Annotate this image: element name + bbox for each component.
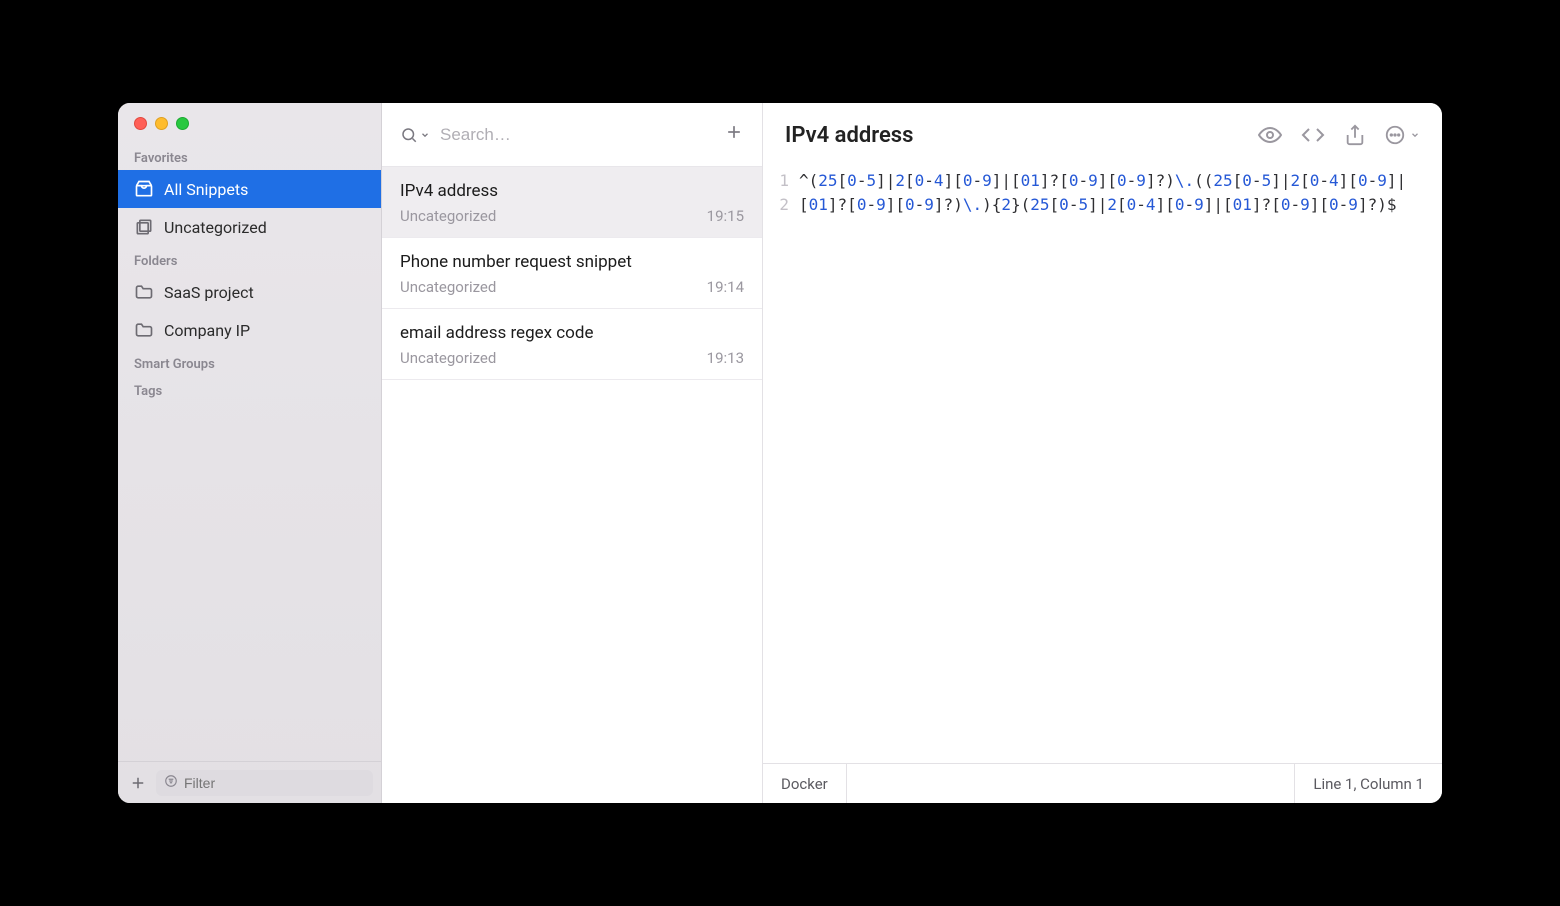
list-header <box>382 103 762 167</box>
folders-section-label: Folders <box>118 246 381 273</box>
sidebar-item-label: Uncategorized <box>164 218 267 237</box>
status-bar: Docker Line 1, Column 1 <box>763 763 1442 803</box>
code-editor[interactable]: 12 ^(25[0-5]|2[0-4][0-9]|[01]?[0-9][0-9]… <box>763 167 1442 763</box>
app-window: Favorites All Snippets Uncategorized Fold… <box>118 103 1442 803</box>
code-view-button[interactable] <box>1300 123 1326 147</box>
search-input[interactable] <box>440 125 714 145</box>
line-gutter: 12 <box>763 169 799 763</box>
stack-icon <box>134 217 154 237</box>
share-button[interactable] <box>1344 124 1366 146</box>
zoom-window-button[interactable] <box>176 117 189 130</box>
add-button[interactable] <box>126 769 150 797</box>
folder-icon <box>134 282 154 302</box>
more-menu-button[interactable] <box>1384 124 1420 146</box>
list-item[interactable]: IPv4 address Uncategorized 19:15 <box>382 167 762 238</box>
preview-button[interactable] <box>1258 123 1282 147</box>
syntax-mode-button[interactable]: Docker <box>763 764 847 803</box>
sidebar-item-label: SaaS project <box>164 283 254 302</box>
list-item-title: email address regex code <box>400 323 744 343</box>
detail-column: IPv4 address 12 ^(25[0-5]|2[0-4][0-9]|[0… <box>763 103 1442 803</box>
code-content[interactable]: ^(25[0-5]|2[0-4][0-9]|[01]?[0-9][0-9]?)\… <box>799 169 1442 763</box>
sidebar-footer <box>118 761 381 803</box>
smart-groups-section-label: Smart Groups <box>118 349 381 376</box>
sidebar-item-label: All Snippets <box>164 180 248 199</box>
filter-field[interactable] <box>156 770 373 796</box>
sidebar: Favorites All Snippets Uncategorized Fold… <box>118 103 382 803</box>
folder-icon <box>134 320 154 340</box>
snippet-title[interactable]: IPv4 address <box>785 123 1240 148</box>
sidebar-item-label: Company IP <box>164 321 250 340</box>
snippet-list[interactable]: IPv4 address Uncategorized 19:15 Phone numb… <box>382 167 762 803</box>
tray-icon <box>134 179 154 199</box>
favorites-section-label: Favorites <box>118 143 381 170</box>
minimize-window-button[interactable] <box>155 117 168 130</box>
sidebar-folder-item[interactable]: SaaS project <box>118 273 381 311</box>
filter-input[interactable] <box>184 775 365 791</box>
list-item-title: IPv4 address <box>400 181 744 201</box>
list-item[interactable]: Phone number request snippet Uncategorize… <box>382 238 762 309</box>
list-item[interactable]: email address regex code Uncategorized 19:… <box>382 309 762 380</box>
new-snippet-button[interactable] <box>724 122 744 148</box>
sidebar-folder-item[interactable]: Company IP <box>118 311 381 349</box>
window-controls <box>118 103 381 143</box>
list-item-category: Uncategorized <box>400 207 496 225</box>
list-item-time: 19:15 <box>707 207 744 225</box>
list-item-category: Uncategorized <box>400 349 496 367</box>
tags-section-label: Tags <box>118 376 381 403</box>
search-scope-button[interactable] <box>400 126 430 144</box>
filter-icon <box>164 774 178 792</box>
snippet-list-column: IPv4 address Uncategorized 19:15 Phone numb… <box>382 103 763 803</box>
list-item-category: Uncategorized <box>400 278 496 296</box>
sidebar-item-uncategorized[interactable]: Uncategorized <box>118 208 381 246</box>
cursor-position: Line 1, Column 1 <box>1294 764 1442 803</box>
list-item-title: Phone number request snippet <box>400 252 744 272</box>
list-item-time: 19:13 <box>707 349 744 367</box>
list-item-time: 19:14 <box>707 278 744 296</box>
close-window-button[interactable] <box>134 117 147 130</box>
detail-toolbar: IPv4 address <box>763 103 1442 167</box>
sidebar-item-all-snippets[interactable]: All Snippets <box>118 170 381 208</box>
